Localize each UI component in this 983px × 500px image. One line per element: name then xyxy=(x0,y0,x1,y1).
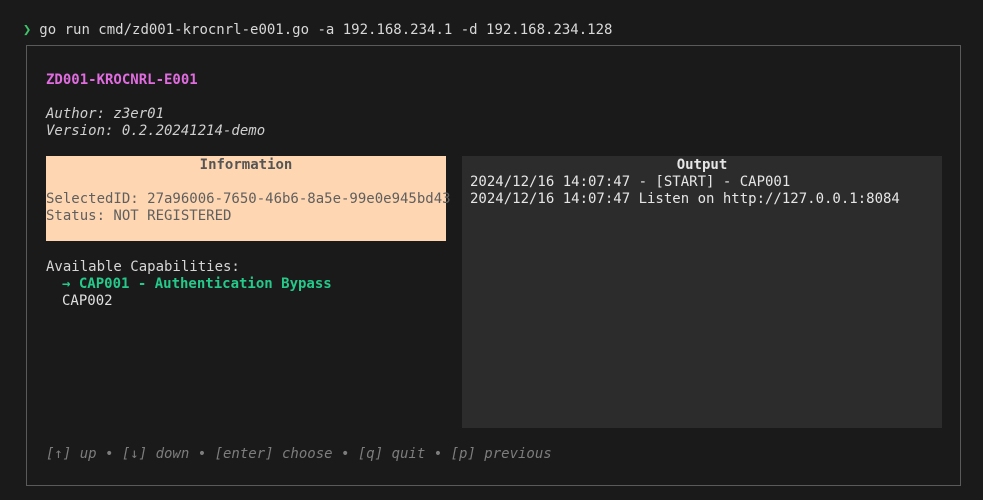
log-line: 2024/12/16 14:07:47 Listen on http://127… xyxy=(470,191,900,207)
log-line: 2024/12/16 14:07:47 - [START] - CAP001 xyxy=(470,174,791,190)
status-text: Status: NOT REGISTERED xyxy=(46,208,232,224)
output-panel: Output 2024/12/16 14:07:47 - [START] - C… xyxy=(462,156,942,428)
version-text: Version: 0.2.20241214-demo xyxy=(46,123,266,139)
capabilities-header: Available Capabilities: xyxy=(46,259,240,275)
app-title: ZD001-KROCNRL-E001 xyxy=(46,72,198,88)
command-line[interactable]: ❯ go run cmd/zd001-krocnrl-e001.go -a 192… xyxy=(6,3,613,38)
information-title: Information xyxy=(199,157,293,173)
output-title: Output xyxy=(676,157,728,173)
selected-id-text: SelectedID: 27a96006-7650-46b6-8a5e-99e0… xyxy=(46,191,451,207)
prompt-icon: ❯ xyxy=(22,22,32,38)
help-bar: [↑] up • [↓] down • [enter] choose • [q]… xyxy=(46,446,552,462)
command-text: go run cmd/zd001-krocnrl-e001.go -a 192.… xyxy=(39,22,613,38)
information-panel: Information SelectedID: 27a96006-7650-46… xyxy=(46,156,451,241)
capability-item-cap001[interactable]: → CAP001 - Authentication Bypass xyxy=(62,276,332,293)
author-text: Author: z3er01 xyxy=(46,106,165,122)
capability-item-cap002[interactable]: CAP002 xyxy=(62,293,113,310)
